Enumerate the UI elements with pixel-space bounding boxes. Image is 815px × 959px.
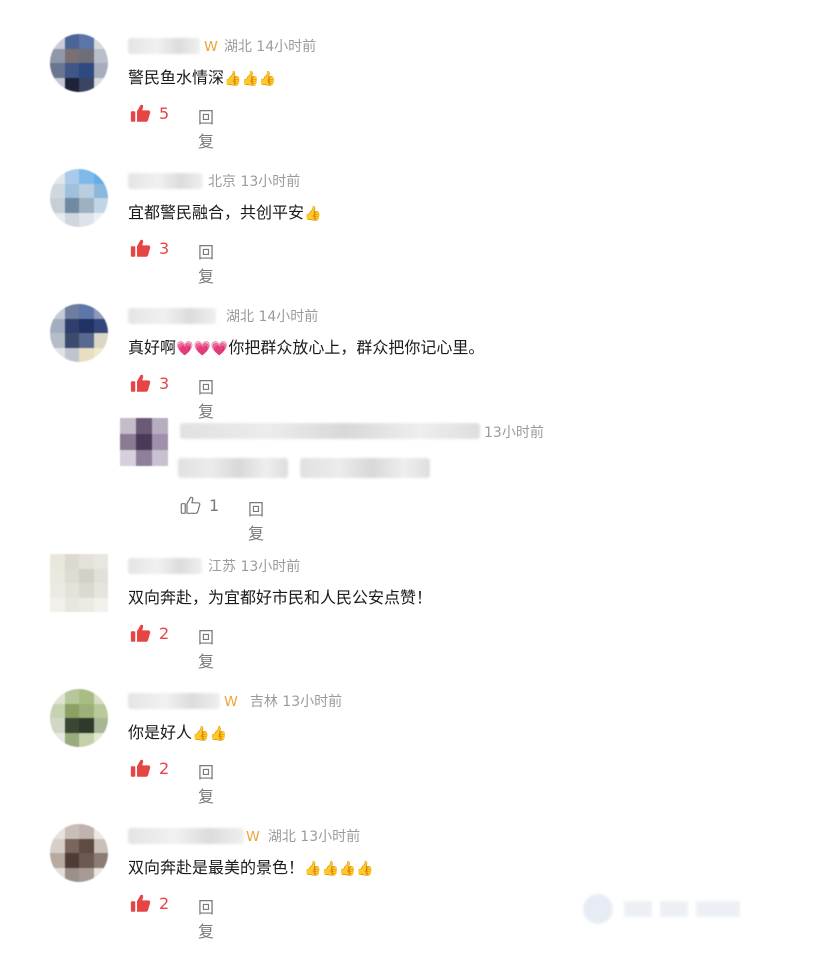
comment-text: 你是好人👍👍 <box>128 723 227 742</box>
comment-text: 警民鱼水情深👍👍👍 <box>128 68 277 87</box>
thumbs-up-icon <box>130 103 151 123</box>
comment-time: 13小时前 <box>240 559 301 575</box>
redacted-text <box>180 423 480 439</box>
reply-button[interactable]: 回复 <box>198 104 214 152</box>
comment-meta: ꓪ 湖北 14小时前 <box>204 36 316 56</box>
like-count: 1 <box>209 495 220 515</box>
username-redacted[interactable] <box>128 38 200 54</box>
comment-location: 湖北 <box>226 309 254 325</box>
like-count: 2 <box>159 623 170 643</box>
comment-meta: ꓪ 吉林 13小时前 <box>224 691 342 711</box>
redacted-text <box>178 458 288 478</box>
avatar[interactable] <box>120 418 168 466</box>
comment-time: 13小时前 <box>484 425 544 441</box>
comment-time: 13小时前 <box>300 829 361 845</box>
like-count: 3 <box>159 238 170 258</box>
sub-reply: 13小时前 1 回复 <box>0 418 815 543</box>
redacted-text <box>300 458 430 478</box>
avatar[interactable] <box>50 304 108 362</box>
thumbs-up-icon <box>130 893 151 913</box>
username-redacted[interactable] <box>128 693 220 709</box>
comment-text: 真好啊💗💗💗你把群众放心上，群众把你记心里。 <box>128 338 485 357</box>
thumbs-up-emoji: 👍 <box>304 206 322 222</box>
comment-location: 湖北 <box>223 39 252 55</box>
like-button[interactable]: 3 <box>130 238 169 258</box>
comment-text: 宜都警民融合，共创平安👍 <box>128 203 322 222</box>
watermark-logo <box>583 894 740 924</box>
verified-badge-icon: ꓪ <box>204 39 218 55</box>
comment-meta: 湖北 14小时前 <box>226 306 318 326</box>
comment-location: 吉林 <box>249 694 278 710</box>
avatar[interactable] <box>50 34 108 92</box>
like-button[interactable]: 3 <box>130 373 169 393</box>
comment-meta: 13小时前 <box>484 422 544 442</box>
reply-button[interactable]: 回复 <box>198 894 214 942</box>
reply-button[interactable]: 回复 <box>198 759 214 807</box>
comment-time: 14小时前 <box>258 309 319 325</box>
thumbs-up-icon <box>180 495 201 515</box>
like-count: 5 <box>159 103 170 123</box>
comment-meta: 江苏 13小时前 <box>208 556 300 576</box>
like-button[interactable]: 2 <box>130 623 169 643</box>
reply-button[interactable]: 回复 <box>198 239 214 287</box>
thumbs-up-icon <box>130 623 151 643</box>
reply-button[interactable]: 回复 <box>198 374 214 422</box>
like-button[interactable]: 2 <box>130 893 169 913</box>
thumbs-up-icon <box>130 758 151 778</box>
comment-meta: 北京 13小时前 <box>208 171 300 191</box>
like-button[interactable]: 5 <box>130 103 169 123</box>
avatar[interactable] <box>50 824 108 882</box>
comment-text: 双向奔赴，为宜都好市民和人民公安点赞！ <box>128 588 433 607</box>
username-redacted[interactable] <box>128 308 216 324</box>
comment-location: 江苏 <box>208 559 236 575</box>
verified-badge-icon: ꓪ <box>246 829 260 845</box>
reply-button[interactable]: 回复 <box>198 624 214 672</box>
username-redacted[interactable] <box>128 173 203 189</box>
comment-location: 湖北 <box>267 829 296 845</box>
like-button[interactable]: 2 <box>130 758 169 778</box>
verified-badge-icon: ꓪ <box>224 694 238 710</box>
avatar[interactable] <box>50 554 108 612</box>
like-count: 2 <box>159 758 170 778</box>
like-button[interactable]: 1 <box>180 495 219 515</box>
username-redacted[interactable] <box>128 558 202 574</box>
thumbs-up-emoji: 👍👍👍 <box>224 71 277 87</box>
reply-button[interactable]: 回复 <box>248 496 264 544</box>
comment-text: 双向奔赴是最美的景色！👍👍👍👍 <box>128 858 374 877</box>
avatar[interactable] <box>50 689 108 747</box>
comment-time: 13小时前 <box>240 174 301 190</box>
comment-time: 13小时前 <box>282 694 343 710</box>
heart-emoji: 💗💗💗 <box>176 341 229 357</box>
comment-meta: ꓪ 湖北 13小时前 <box>246 826 360 846</box>
comment-time: 14小时前 <box>256 39 317 55</box>
like-count: 3 <box>159 373 170 393</box>
thumbs-up-emoji: 👍👍 <box>192 726 227 742</box>
avatar[interactable] <box>50 169 108 227</box>
thumbs-up-icon <box>130 238 151 258</box>
like-count: 2 <box>159 893 170 913</box>
comment-location: 北京 <box>208 174 236 190</box>
username-redacted[interactable] <box>128 828 244 844</box>
thumbs-up-emoji: 👍👍👍👍 <box>304 861 374 877</box>
thumbs-up-icon <box>130 373 151 393</box>
